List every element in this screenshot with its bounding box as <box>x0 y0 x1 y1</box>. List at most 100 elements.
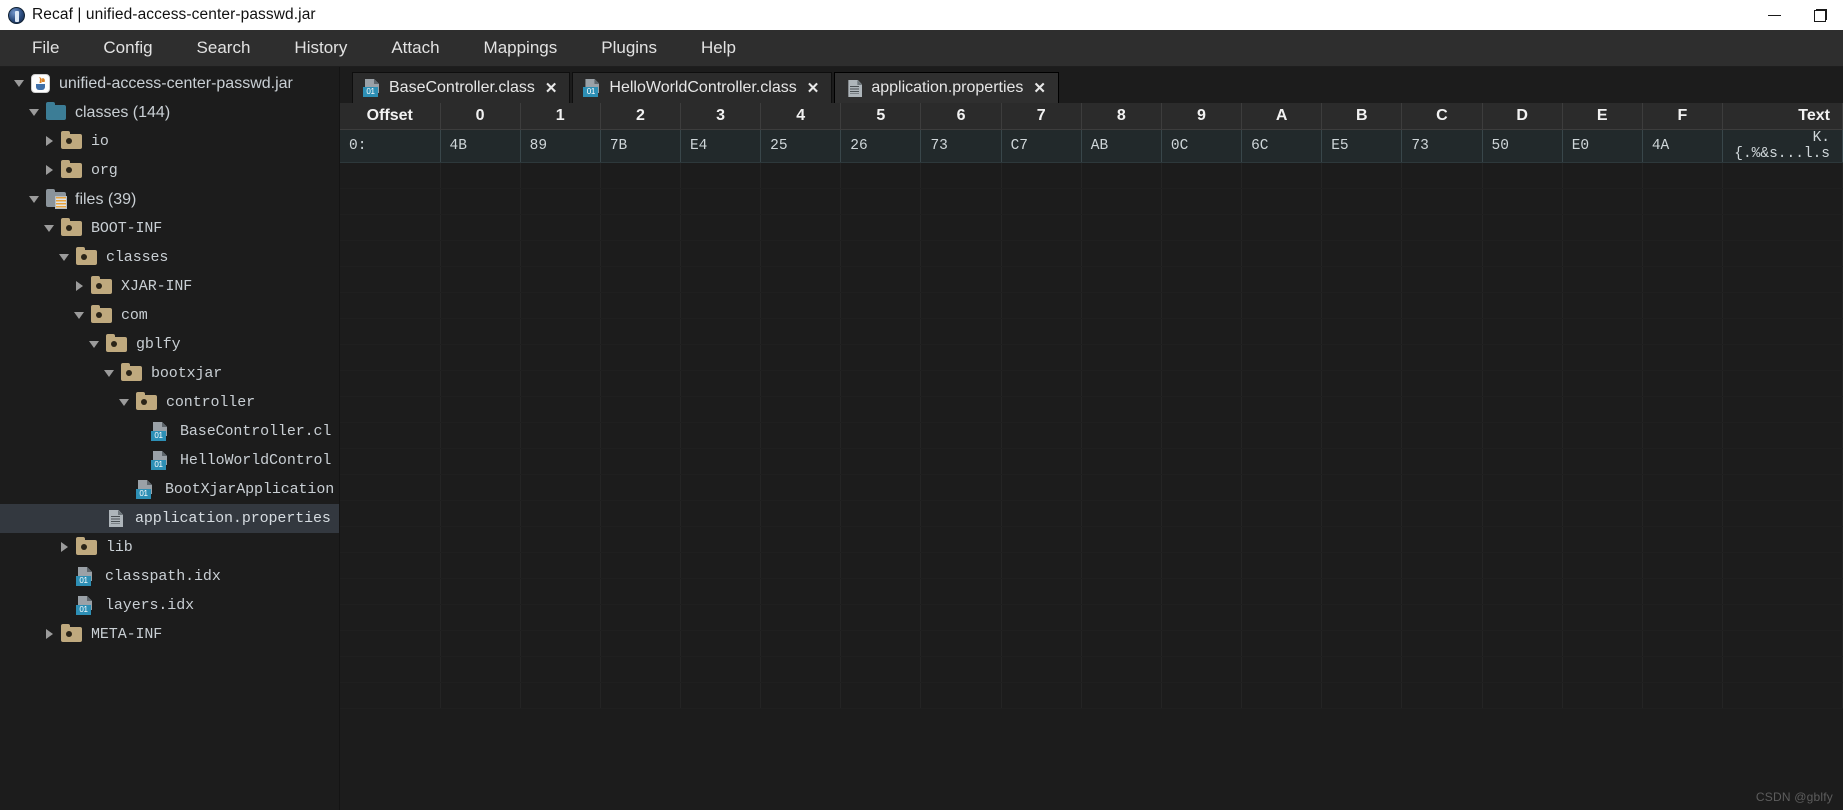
menu-item-plugins[interactable]: Plugins <box>579 32 679 64</box>
hex-empty-cell <box>1321 578 1403 605</box>
chevron-down-icon[interactable] <box>104 368 115 379</box>
tree-item-classes-144[interactable]: classes (144) <box>0 98 339 127</box>
hex-byte-cell[interactable]: E0 <box>1562 129 1643 163</box>
chevron-down-icon[interactable] <box>29 194 40 205</box>
menu-item-config[interactable]: Config <box>81 32 174 64</box>
tree-item-controller[interactable]: controller <box>0 388 339 417</box>
tree-item-layers-idx[interactable]: 01 layers.idx <box>0 591 339 620</box>
hex-header-0: 0 <box>440 103 521 130</box>
tree-item-helloworldcontrol[interactable]: 01 HelloWorldControl <box>0 446 339 475</box>
tree-item-xjar-inf[interactable]: XJAR-INF <box>0 272 339 301</box>
menu-item-search[interactable]: Search <box>175 32 273 64</box>
workspace-tree[interactable]: unified-access-center-passwd.jar classes … <box>0 67 340 810</box>
menu-item-history[interactable]: History <box>272 32 369 64</box>
tree-item-bootxjarapplication[interactable]: 01 BootXjarApplication <box>0 475 339 504</box>
hex-byte-cell[interactable]: 25 <box>760 129 842 163</box>
menu-item-file[interactable]: File <box>10 32 81 64</box>
hex-empty-cell <box>840 578 922 605</box>
hex-empty-cell <box>440 552 521 579</box>
hex-viewer[interactable]: Offset 0 1 2 3 4 5 6 7 8 9 A B C D E F Text 0: 4B 89 7B E4 25 2… <box>340 103 1843 810</box>
hex-empty-cell <box>760 656 842 683</box>
chevron-right-icon[interactable] <box>44 165 55 176</box>
tree-item-com[interactable]: com <box>0 301 339 330</box>
hex-empty-row <box>340 344 1843 371</box>
hex-byte-cell[interactable]: C7 <box>1001 129 1082 163</box>
tree-item-lib[interactable]: lib <box>0 533 339 562</box>
chevron-down-icon[interactable] <box>44 223 55 234</box>
minimize-button[interactable] <box>1751 0 1797 30</box>
hex-byte-cell[interactable]: 0C <box>1161 129 1243 163</box>
chevron-down-icon[interactable] <box>89 339 100 350</box>
tree-item-label: BootXjarApplication <box>165 481 335 498</box>
hex-empty-cell <box>1722 578 1843 605</box>
hex-empty-cell <box>760 422 842 449</box>
hex-empty-cell <box>680 630 762 657</box>
tree-item-classpath-idx[interactable]: 01 classpath.idx <box>0 562 339 591</box>
tree-item-io[interactable]: io <box>0 127 339 156</box>
hex-empty-cell <box>1321 318 1403 345</box>
tree-item-boot-inf[interactable]: BOOT-INF <box>0 214 339 243</box>
hex-byte-cell[interactable]: 4B <box>440 129 521 163</box>
hex-empty-cell <box>440 266 521 293</box>
menu-item-attach[interactable]: Attach <box>369 32 461 64</box>
hex-byte-cell[interactable]: 4A <box>1642 129 1724 163</box>
hex-byte-cell[interactable]: 6C <box>1241 129 1323 163</box>
text-file-icon <box>106 509 126 528</box>
hex-empty-cell <box>760 344 842 371</box>
hex-byte-cell[interactable]: 50 <box>1482 129 1563 163</box>
hex-row[interactable]: 0: 4B 89 7B E4 25 26 73 C7 AB 0C 6C E5 73 50 E0 4A K.{.%&… <box>340 129 1843 163</box>
editor-tab-application-properties[interactable]: application.properties ✕ <box>834 72 1059 103</box>
hex-empty-cell <box>1241 214 1323 241</box>
chevron-down-icon[interactable] <box>74 310 85 321</box>
tree-item-meta-inf[interactable]: META-INF <box>0 620 339 649</box>
hex-empty-cell <box>680 370 762 397</box>
chevron-right-icon[interactable] <box>59 542 70 553</box>
chevron-right-icon[interactable] <box>44 136 55 147</box>
close-icon[interactable]: ✕ <box>545 79 558 97</box>
restore-button[interactable] <box>1797 0 1843 30</box>
tree-item-application-properties[interactable]: application.properties <box>0 504 339 533</box>
hex-empty-row <box>340 474 1843 501</box>
menu-item-mappings[interactable]: Mappings <box>462 32 580 64</box>
hex-empty-cell <box>1161 188 1243 215</box>
tree-item-bootxjar[interactable]: bootxjar <box>0 359 339 388</box>
hex-table-body: 0: 4B 89 7B E4 25 26 73 C7 AB 0C 6C E5 73 50 E0 4A K.{.%&… <box>340 129 1843 709</box>
hex-byte-cell[interactable]: 26 <box>840 129 922 163</box>
hex-empty-cell <box>680 656 762 683</box>
hex-empty-cell <box>1081 240 1162 267</box>
chevron-down-icon[interactable] <box>14 78 25 89</box>
hex-empty-cell <box>1001 630 1082 657</box>
close-icon[interactable]: ✕ <box>1033 79 1046 97</box>
hex-empty-cell <box>920 266 1002 293</box>
class-file-icon: 01 <box>76 596 96 615</box>
hex-empty-cell <box>1642 552 1724 579</box>
tree-item-gblfy[interactable]: gblfy <box>0 330 339 359</box>
hex-byte-cell[interactable]: 73 <box>920 129 1002 163</box>
editor-tab-basecontroller-class[interactable]: 01 BaseController.class ✕ <box>352 72 571 103</box>
chevron-right-icon[interactable] <box>44 629 55 640</box>
tree-item-basecontroller-cl[interactable]: 01 BaseController.cl <box>0 417 339 446</box>
hex-byte-cell[interactable]: 7B <box>600 129 681 163</box>
tree-item-classes[interactable]: classes <box>0 243 339 272</box>
hex-empty-cell <box>1722 474 1843 501</box>
hex-empty-cell <box>1562 656 1643 683</box>
editor-tab-helloworldcontroller-class[interactable]: 01 HelloWorldController.class ✕ <box>572 72 833 103</box>
hex-byte-cell[interactable]: E4 <box>680 129 762 163</box>
hex-byte-cell[interactable]: E5 <box>1321 129 1403 163</box>
hex-byte-cell[interactable]: AB <box>1081 129 1162 163</box>
chevron-down-icon[interactable] <box>119 397 130 408</box>
hex-empty-cell <box>1722 318 1843 345</box>
chevron-down-icon[interactable] <box>59 252 70 263</box>
tree-item-unified-access-center-passwd-jar[interactable]: unified-access-center-passwd.jar <box>0 69 339 98</box>
menu-item-help[interactable]: Help <box>679 32 758 64</box>
hex-empty-cell <box>1562 396 1643 423</box>
hex-byte-cell[interactable]: 89 <box>520 129 601 163</box>
hex-byte-cell[interactable]: 73 <box>1401 129 1483 163</box>
hex-empty-cell <box>840 604 922 631</box>
tree-item-files-39[interactable]: files (39) <box>0 185 339 214</box>
hex-empty-cell <box>340 240 441 267</box>
chevron-right-icon[interactable] <box>74 281 85 292</box>
chevron-down-icon[interactable] <box>29 107 40 118</box>
close-icon[interactable]: ✕ <box>807 79 820 97</box>
tree-item-org[interactable]: org <box>0 156 339 185</box>
